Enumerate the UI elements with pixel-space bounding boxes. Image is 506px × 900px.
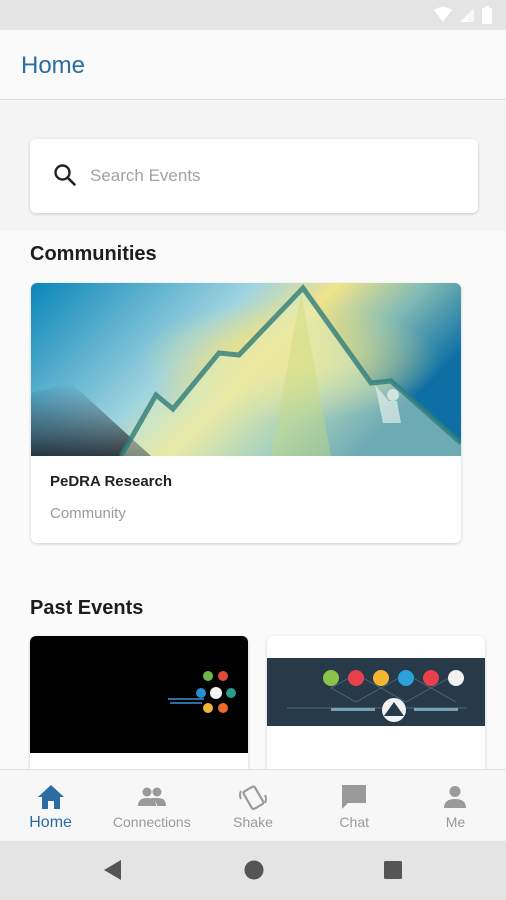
nav-item-connections[interactable]: Connections [101, 770, 202, 841]
nav-label-chat: Chat [339, 814, 369, 830]
community-card[interactable]: PeDRA Research Community [31, 283, 461, 543]
status-bar [0, 0, 506, 30]
event-card[interactable] [30, 636, 248, 786]
battery-icon [482, 6, 492, 24]
communities-heading: Communities [30, 243, 157, 265]
person-icon [444, 786, 467, 808]
wifi-icon [434, 7, 452, 22]
nav-label-me: Me [445, 814, 466, 830]
nav-item-me[interactable]: Me [405, 770, 506, 841]
search-box[interactable] [30, 139, 478, 213]
event-card[interactable] [267, 636, 485, 786]
back-icon[interactable] [102, 859, 122, 881]
search-input[interactable] [90, 161, 450, 191]
home-icon [37, 785, 64, 809]
status-icons [434, 6, 492, 24]
search-icon [54, 164, 76, 186]
past-events-heading: Past Events [30, 597, 144, 619]
recents-icon[interactable] [383, 859, 403, 881]
nav-label-home: Home [29, 814, 72, 831]
community-name: PeDRA Research [50, 473, 172, 490]
people-icon [137, 787, 166, 806]
nav-label-connections: Connections [112, 814, 191, 830]
bottom-nav: Home Connections Shake Chat Me [0, 769, 506, 841]
nav-item-chat[interactable]: Chat [304, 770, 405, 841]
event-cover-image [267, 636, 485, 753]
nav-item-home[interactable]: Home [0, 770, 101, 841]
signal-icon [460, 8, 474, 22]
app-bar: Home [0, 30, 506, 100]
community-cover-image [31, 283, 461, 456]
event-cover-image [30, 636, 248, 753]
nav-item-shake[interactable]: Shake [202, 770, 303, 841]
nav-label-shake: Shake [233, 814, 273, 830]
home-circle-icon[interactable] [243, 859, 265, 881]
search-area [0, 101, 506, 231]
chat-icon [342, 785, 367, 809]
page-title: Home [21, 52, 86, 79]
community-type: Community [50, 505, 126, 522]
shake-phone-icon [239, 785, 267, 811]
system-nav-bar [0, 841, 506, 900]
